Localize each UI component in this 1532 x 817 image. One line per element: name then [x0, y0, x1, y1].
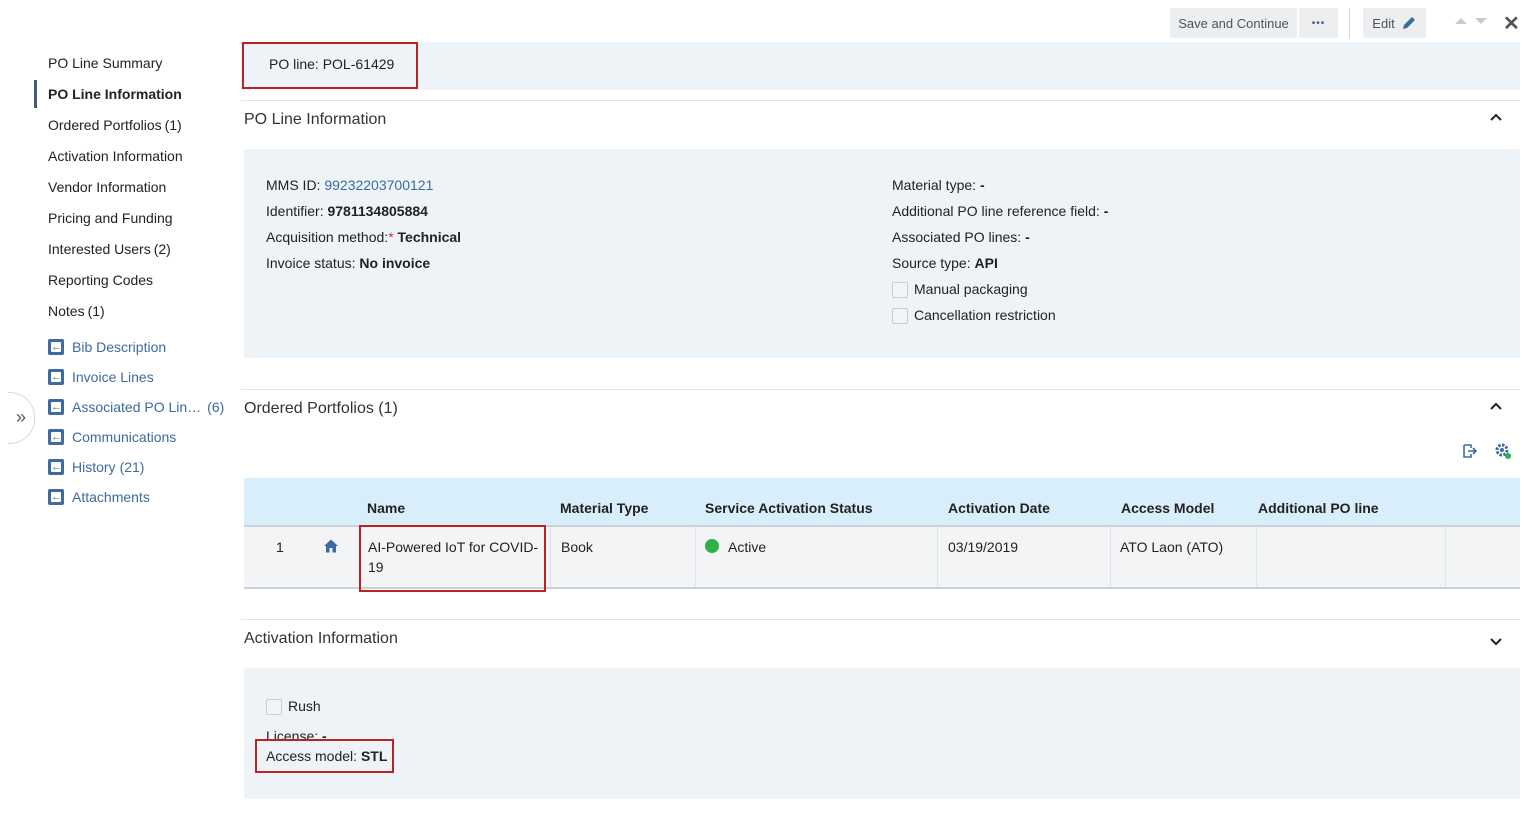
- material-type-field: Material type: -: [892, 177, 985, 193]
- toolbar-divider: [1349, 8, 1350, 38]
- identifier-field: Identifier: 9781134805884: [266, 203, 428, 219]
- cancellation-restriction-checkbox[interactable]: [892, 308, 908, 324]
- activation-info-title: Activation Information: [244, 630, 398, 647]
- pencil-icon: [1402, 17, 1415, 29]
- next-arrow-icon[interactable]: [1474, 16, 1488, 26]
- invoice-status-field: Invoice status: No invoice: [266, 255, 431, 271]
- chevron-down-icon[interactable]: [1490, 637, 1502, 647]
- rush-label: Rush: [288, 698, 321, 714]
- edit-label: Edit: [1372, 15, 1395, 31]
- nav-interested-users[interactable]: Interested Users (2): [48, 241, 171, 257]
- close-icon[interactable]: ✕: [1503, 11, 1520, 36]
- nav-ordered-portfolios[interactable]: Ordered Portfolios (1): [48, 117, 182, 133]
- nav-activation-information[interactable]: Activation Information: [48, 148, 183, 164]
- edit-button[interactable]: Edit: [1363, 8, 1426, 38]
- column-material-type[interactable]: Material Type: [560, 500, 648, 516]
- section-divider: [241, 619, 1520, 620]
- acquisition-method-field: Acquisition method:* Technical: [266, 229, 462, 245]
- column-separator: [937, 527, 938, 587]
- external-link-icon: [48, 399, 64, 415]
- link-bib-description[interactable]: Bib Description: [48, 339, 166, 355]
- status-active-icon: [705, 539, 719, 553]
- section-divider: [241, 100, 1520, 101]
- source-type-field: Source type: API: [892, 255, 998, 271]
- mms-id-field: MMS ID: 99232203700121: [266, 177, 434, 193]
- external-link-icon: [48, 429, 64, 445]
- row-number: 1: [276, 539, 284, 555]
- external-link-icon: [48, 489, 64, 505]
- table-settings-icon[interactable]: [1494, 442, 1512, 460]
- column-separator: [550, 527, 551, 587]
- portfolio-activation-date: 03/19/2019: [948, 539, 1019, 555]
- column-service-activation-status[interactable]: Service Activation Status: [705, 500, 873, 516]
- column-activation-date[interactable]: Activation Date: [948, 500, 1050, 516]
- column-separator: [1445, 527, 1446, 587]
- column-name[interactable]: Name: [367, 500, 405, 516]
- po-line-number: PO line: POL-61429: [269, 56, 395, 72]
- ordered-portfolios-title: Ordered Portfolios (1): [244, 400, 398, 417]
- manual-packaging-label: Manual packaging: [914, 281, 1028, 297]
- cancellation-restriction-label: Cancellation restriction: [914, 307, 1056, 323]
- additional-ref-field: Additional PO line reference field: -: [892, 203, 1109, 219]
- nav-reporting-codes[interactable]: Reporting Codes: [48, 272, 153, 288]
- portfolio-material-type: Book: [561, 539, 593, 555]
- highlight-portfolio-name: [359, 525, 546, 592]
- external-link-icon: [48, 339, 64, 355]
- expand-icon: »: [15, 407, 26, 427]
- nav-pricing-and-funding[interactable]: Pricing and Funding: [48, 210, 173, 226]
- column-separator: [695, 527, 696, 587]
- portfolio-access-model: ATO Laon (ATO): [1120, 539, 1224, 555]
- link-associated-po-lines[interactable]: Associated PO Lin…(6): [48, 399, 224, 415]
- nav-vendor-information[interactable]: Vendor Information: [48, 179, 166, 195]
- manual-packaging-checkbox[interactable]: [892, 282, 908, 298]
- link-communications[interactable]: Communications: [48, 429, 176, 445]
- export-icon[interactable]: [1461, 443, 1477, 459]
- external-link-icon: [48, 369, 64, 385]
- section-divider: [241, 389, 1520, 390]
- link-invoice-lines[interactable]: Invoice Lines: [48, 369, 154, 385]
- nav-notes[interactable]: Notes (1): [48, 303, 105, 319]
- column-separator: [1110, 527, 1111, 587]
- access-model-field: Access model: STL: [266, 748, 388, 764]
- rush-checkbox[interactable]: [266, 699, 282, 715]
- po-line-info-panel: [244, 149, 1520, 358]
- column-access-model[interactable]: Access Model: [1121, 500, 1214, 516]
- nav-active-indicator: [34, 80, 37, 108]
- more-icon: •••: [1311, 17, 1326, 29]
- column-separator: [1256, 527, 1257, 587]
- save-and-continue-button[interactable]: Save and Continue: [1170, 8, 1297, 38]
- external-link-icon: [48, 459, 64, 475]
- save-and-continue-label: Save and Continue: [1178, 15, 1289, 31]
- header-strip: [241, 42, 1520, 90]
- chevron-up-icon[interactable]: [1490, 112, 1502, 122]
- mms-id-link[interactable]: 99232203700121: [324, 177, 433, 193]
- activation-info-panel: [244, 668, 1520, 799]
- home-icon[interactable]: [323, 538, 339, 554]
- more-actions-button[interactable]: •••: [1299, 8, 1338, 38]
- nav-po-line-information[interactable]: PO Line Information: [48, 86, 182, 102]
- expand-sidebar-button[interactable]: »: [8, 392, 35, 444]
- nav-po-line-summary[interactable]: PO Line Summary: [48, 55, 162, 71]
- po-line-info-title: PO Line Information: [244, 111, 387, 128]
- column-additional-po-line[interactable]: Additional PO line: [1258, 500, 1379, 516]
- link-attachments[interactable]: Attachments: [48, 489, 150, 505]
- chevron-up-icon[interactable]: [1490, 401, 1502, 411]
- portfolio-status: Active: [728, 539, 767, 555]
- associated-po-lines-field: Associated PO lines: -: [892, 229, 1030, 245]
- previous-arrow-icon[interactable]: [1454, 16, 1468, 26]
- link-history[interactable]: History(21): [48, 459, 144, 475]
